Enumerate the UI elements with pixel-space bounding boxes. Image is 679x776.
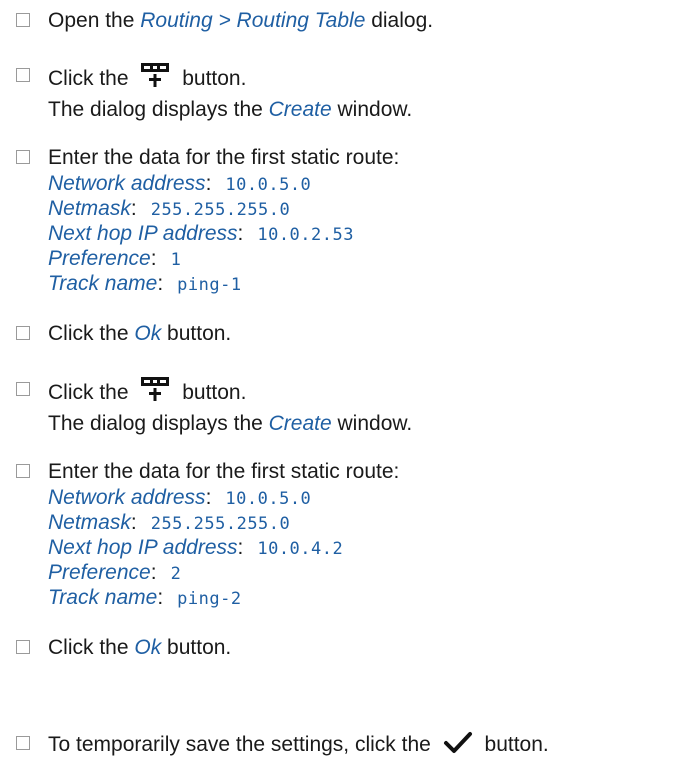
step-text: Open the <box>48 9 141 32</box>
field-row: Network address: 10.0.5.0 <box>48 486 312 509</box>
field-value: ping-2 <box>177 589 242 609</box>
button-reference: Ok <box>134 322 162 345</box>
field-row: Network address: 10.0.5.0 <box>48 172 312 195</box>
step-checkbox[interactable] <box>16 13 30 27</box>
step-checkbox[interactable] <box>16 150 30 164</box>
step-text: Click the <box>48 322 135 345</box>
step-5: Click the button. The dialog displays th… <box>16 376 671 438</box>
field-value: 255.255.255.0 <box>150 514 291 534</box>
step-text: dialog. <box>365 9 434 32</box>
field-list: Network address: 10.0.5.0 Netmask: 255.255… <box>48 172 671 297</box>
field-label: Network address <box>48 172 206 195</box>
step-text: The dialog displays the <box>48 412 269 435</box>
step-text: button. <box>161 322 232 345</box>
step-text: button. <box>182 381 247 404</box>
step-text: window. <box>331 98 413 121</box>
field-label: Track name <box>48 586 158 609</box>
step-checkbox[interactable] <box>16 640 30 654</box>
field-row: Track name: ping-2 <box>48 586 242 609</box>
field-value: 10.0.4.2 <box>257 539 344 559</box>
step-text: Enter the data for the first static rout… <box>48 460 400 483</box>
step-3: Enter the data for the first static rout… <box>16 144 671 297</box>
step-text: Enter the data for the first static rout… <box>48 146 400 169</box>
step-1: Open the Routing > Routing Table dialog. <box>16 7 671 35</box>
field-label: Track name <box>48 272 158 295</box>
field-label: Next hop IP address <box>48 222 238 245</box>
field-value: 10.0.5.0 <box>225 175 312 195</box>
field-value: ping-1 <box>177 275 242 295</box>
add-table-row-icon <box>140 62 170 96</box>
field-value: 2 <box>170 564 182 584</box>
field-value: 255.255.255.0 <box>150 200 291 220</box>
field-row: Netmask: 255.255.255.0 <box>48 197 291 220</box>
step-7: Click the Ok button. <box>16 634 671 662</box>
step-6: Enter the data for the first static rout… <box>16 458 671 611</box>
field-value: 1 <box>170 250 182 270</box>
field-row: Preference: 2 <box>48 561 182 584</box>
window-reference: Create <box>268 98 332 121</box>
field-label: Preference <box>48 247 151 270</box>
window-reference: Create <box>268 412 332 435</box>
dialog-reference: Routing > Routing Table <box>140 9 366 32</box>
field-row: Track name: ping-1 <box>48 272 242 295</box>
field-label: Network address <box>48 486 206 509</box>
step-text: Click the <box>48 67 129 90</box>
field-row: Next hop IP address: 10.0.4.2 <box>48 536 344 559</box>
add-table-row-icon <box>140 376 170 410</box>
field-value: 10.0.2.53 <box>257 225 354 245</box>
step-checkbox[interactable] <box>16 382 30 396</box>
step-2: Click the button. The dialog displays th… <box>16 62 671 124</box>
step-checkbox[interactable] <box>16 326 30 340</box>
button-reference: Ok <box>134 636 162 659</box>
step-8: To temporarily save the settings, click … <box>16 730 671 762</box>
step-4: Click the Ok button. <box>16 320 671 348</box>
checkmark-icon <box>443 730 473 762</box>
step-text: button. <box>484 733 549 756</box>
step-checkbox[interactable] <box>16 736 30 750</box>
step-text: window. <box>331 412 413 435</box>
field-row: Next hop IP address: 10.0.2.53 <box>48 222 354 245</box>
field-label: Netmask <box>48 197 131 220</box>
field-label: Preference <box>48 561 151 584</box>
field-value: 10.0.5.0 <box>225 489 312 509</box>
step-text: The dialog displays the <box>48 98 269 121</box>
field-label: Next hop IP address <box>48 536 238 559</box>
field-row: Netmask: 255.255.255.0 <box>48 511 291 534</box>
step-checkbox[interactable] <box>16 464 30 478</box>
field-row: Preference: 1 <box>48 247 182 270</box>
step-text: To temporarily save the settings, click … <box>48 733 431 756</box>
field-list: Network address: 10.0.5.0 Netmask: 255.255… <box>48 486 671 611</box>
step-text: Click the <box>48 381 129 404</box>
step-text: Click the <box>48 636 135 659</box>
step-text: button. <box>161 636 232 659</box>
step-text: button. <box>182 67 247 90</box>
step-checkbox[interactable] <box>16 68 30 82</box>
field-label: Netmask <box>48 511 131 534</box>
